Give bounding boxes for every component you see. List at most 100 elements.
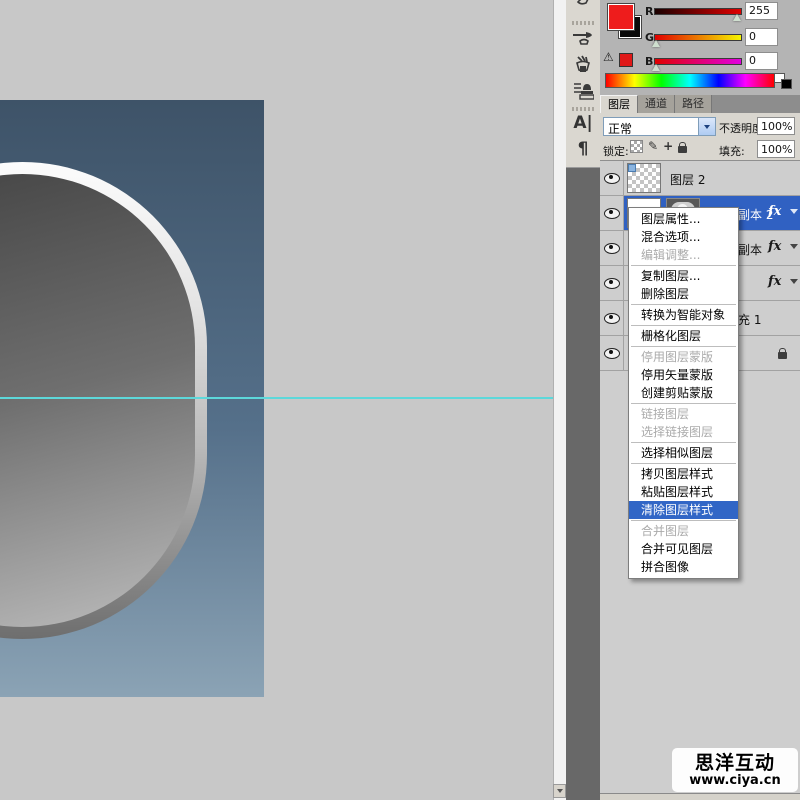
tool-presets-panel-icon[interactable] — [566, 54, 600, 80]
red-value-field[interactable]: 255 — [745, 2, 778, 20]
eye-icon — [604, 278, 620, 289]
eye-icon — [604, 243, 620, 254]
black-shortcut-swatch[interactable] — [781, 79, 792, 89]
menu-item-disable-vector-mask[interactable]: 停用矢量蒙版 — [629, 366, 738, 384]
fill-label: 填充: — [719, 143, 745, 159]
fill-field[interactable]: 100% — [757, 140, 795, 158]
menu-separator — [631, 325, 736, 326]
paragraph-panel-icon[interactable]: ¶ — [566, 139, 600, 159]
menu-item-paste-layer-style[interactable]: 粘贴图层样式 — [629, 483, 738, 501]
layers-panel-bottom-bar[interactable] — [600, 793, 800, 800]
menu-item-flatten-image[interactable]: 拼合图像 — [629, 558, 738, 576]
menu-item-create-clipping-mask[interactable]: 创建剪贴蒙版 — [629, 384, 738, 402]
menu-item-copy-layer-style[interactable]: 拷贝图层样式 — [629, 465, 738, 483]
tab-paths[interactable]: 路径 — [675, 95, 712, 113]
red-slider-track[interactable] — [654, 8, 742, 15]
menu-separator — [631, 346, 736, 347]
blue-value-field[interactable]: 0 — [745, 52, 778, 70]
menu-item-duplicate-layer[interactable]: 复制图层... — [629, 267, 738, 285]
menu-item-blending-options[interactable]: 混合选项... — [629, 228, 738, 246]
menu-separator — [631, 463, 736, 464]
blue-slider-handle[interactable] — [652, 64, 660, 71]
lock-all-icon[interactable] — [678, 146, 687, 153]
layer-name[interactable]: 充 1 — [738, 311, 761, 328]
menu-separator — [631, 403, 736, 404]
green-value-field[interactable]: 0 — [745, 28, 778, 46]
menu-separator — [631, 442, 736, 443]
button-shape-rim — [0, 162, 207, 639]
brushes-panel-icon[interactable] — [566, 0, 600, 16]
opacity-field[interactable]: 100% — [757, 117, 795, 135]
chevron-down-icon — [704, 125, 710, 129]
layer-name[interactable]: 副本 — [738, 241, 762, 258]
visibility-cell[interactable] — [600, 196, 624, 230]
scroll-down-button[interactable] — [553, 784, 566, 798]
foreground-color-swatch[interactable] — [607, 3, 635, 31]
tab-layers[interactable]: 图层 — [600, 95, 638, 113]
menu-item-rasterize-layer[interactable]: 栅格化图层 — [629, 327, 738, 345]
lock-pixels-icon[interactable]: ✎ — [648, 141, 658, 152]
document-window — [0, 0, 553, 800]
visibility-cell[interactable] — [600, 161, 624, 195]
character-panel-icon[interactable]: A| — [566, 113, 600, 133]
dock-grip[interactable] — [572, 21, 594, 25]
menu-item-merge-visible[interactable]: 合并可见图层 — [629, 540, 738, 558]
button-shape-face — [0, 174, 195, 627]
menu-item-merge-layers: 合并图层 — [629, 522, 738, 540]
blend-mode-select[interactable]: 正常 — [603, 117, 716, 136]
red-slider-handle[interactable] — [733, 14, 741, 21]
menu-separator — [631, 520, 736, 521]
lock-label: 锁定: — [603, 143, 629, 159]
menu-item-clear-layer-style[interactable]: 清除图层样式 — [629, 501, 738, 519]
layers-panel-header: 正常 不透明度: 100% 锁定: ✎ + 填充: 100% — [600, 113, 800, 161]
watermark: 思洋互动 www.ciya.cn — [672, 748, 798, 792]
layer-thumbnail[interactable] — [627, 163, 661, 193]
menu-item-convert-to-smart-object[interactable]: 转换为智能对象 — [629, 306, 738, 324]
tab-channels[interactable]: 通道 — [638, 95, 675, 113]
visibility-cell[interactable] — [600, 231, 624, 265]
horizontal-guide-line[interactable] — [0, 397, 553, 399]
dock-grip[interactable] — [572, 107, 594, 111]
edit-badge-icon — [628, 164, 636, 172]
layer-row-1[interactable]: 图层 2 — [600, 161, 800, 196]
clone-source-panel-icon[interactable] — [566, 80, 600, 106]
menu-item-layer-properties[interactable]: 图层属性... — [629, 210, 738, 228]
panel-tab-bar: 图层 通道 路径 — [600, 95, 800, 113]
eye-icon — [604, 208, 620, 219]
locked-icon — [778, 352, 787, 359]
watermark-title: 思洋互动 — [695, 753, 775, 773]
green-slider-track[interactable] — [654, 34, 742, 41]
lock-transparency-icon[interactable] — [630, 140, 643, 153]
vertical-scrollbar[interactable] — [553, 0, 566, 800]
visibility-cell[interactable] — [600, 336, 624, 370]
fx-badge[interactable]: fx — [768, 204, 781, 219]
gamut-warning-icon[interactable]: ⚠ — [603, 50, 614, 64]
fx-badge[interactable]: fx — [768, 274, 781, 289]
blend-mode-value: 正常 — [608, 120, 632, 137]
gamut-color-swatch[interactable] — [619, 53, 633, 67]
green-slider-handle[interactable] — [652, 40, 660, 47]
panel-dock: A| ¶ — [566, 0, 600, 168]
fx-collapse-icon[interactable] — [790, 244, 798, 249]
scroll-down-icon — [557, 789, 563, 793]
menu-item-edit-adjustment: 编辑调整... — [629, 246, 738, 264]
visibility-cell[interactable] — [600, 266, 624, 300]
lock-position-icon[interactable]: + — [663, 141, 673, 152]
layer-name[interactable]: 图层 2 — [670, 171, 705, 188]
eye-icon — [604, 173, 620, 184]
menu-item-select-linked-layers: 选择链接图层 — [629, 423, 738, 441]
watermark-url: www.ciya.cn — [689, 773, 780, 788]
menu-separator — [631, 265, 736, 266]
blend-mode-dropdown-button[interactable] — [698, 118, 715, 135]
color-spectrum-ramp[interactable] — [605, 73, 775, 88]
visibility-cell[interactable] — [600, 301, 624, 335]
menu-item-select-similar-layers[interactable]: 选择相似图层 — [629, 444, 738, 462]
brush-preset-panel-icon[interactable] — [566, 28, 600, 52]
blue-slider-track[interactable] — [654, 58, 742, 65]
menu-item-delete-layer[interactable]: 删除图层 — [629, 285, 738, 303]
eye-icon — [604, 313, 620, 324]
layer-context-menu: 图层属性... 混合选项... 编辑调整... 复制图层... 删除图层 转换为… — [628, 207, 739, 579]
fx-collapse-icon[interactable] — [790, 279, 798, 284]
fx-badge[interactable]: fx — [768, 239, 781, 254]
fx-collapse-icon[interactable] — [790, 209, 798, 214]
